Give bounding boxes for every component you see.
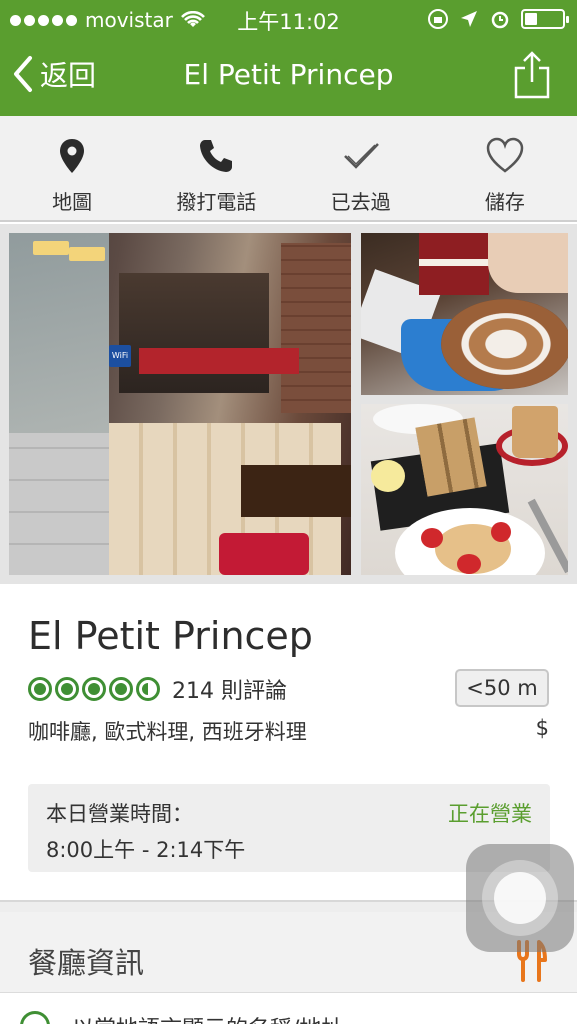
status-right [427,8,569,30]
navigation-bar: 返回 El Petit Princep [0,40,577,114]
status-bar: movistar 上午11:02 [0,0,577,38]
been-there-button[interactable]: 已去過 [289,116,433,220]
radio-circle-icon [20,1011,50,1024]
open-status: 正在營業 [448,802,532,826]
rating-bubble-icon [28,677,52,701]
share-icon[interactable] [513,50,551,100]
call-label: 撥打電話 [176,190,257,214]
price-level: $ [535,716,549,740]
map-button[interactable]: 地圖 [0,116,144,220]
rating-half-bubble-icon [136,677,160,701]
assistive-touch-button[interactable] [466,844,574,952]
save-button[interactable]: 儲存 [433,116,577,220]
restaurant-name: El Petit Princep [28,614,313,658]
rating-bubbles [28,677,160,701]
photo-interior[interactable]: WiFi [9,233,351,575]
hours-time: 8:00上午 - 2:14下午 [46,838,246,862]
cuisine-list: 咖啡廳, 歐式料理, 西班牙料理 [28,720,307,744]
section-title: 餐廳資訊 [28,946,145,980]
local-language-row[interactable]: 以當地語言顯示的名稱/地址 [0,992,577,1024]
save-label: 儲存 [484,190,525,214]
action-bar: 地圖 撥打電話 已去過 儲存 [0,116,577,222]
top-bar: movistar 上午11:02 返回 El Petit Princep [0,0,577,116]
photo-brunch[interactable] [361,404,568,575]
call-button[interactable]: 撥打電話 [144,116,288,220]
page-title: El Petit Princep [183,58,394,91]
phone-icon [200,140,233,172]
rating-bubble-icon [55,677,79,701]
photo-coffee[interactable] [361,233,568,395]
review-count[interactable]: 214 則評論 [172,673,287,705]
check-icon [343,143,379,169]
alarm-icon [491,11,509,29]
map-pin-icon [60,139,85,173]
rating-bubble-icon [82,677,106,701]
heart-icon [486,137,524,173]
rating-row[interactable]: 214 則評論 [28,674,287,704]
local-language-label: 以當地語言顯示的名稱/地址 [72,1011,343,1024]
location-arrow-icon [461,11,477,27]
photo-gallery: WiFi [0,224,577,584]
battery-icon [521,9,569,29]
rotation-lock-icon [428,9,448,29]
been-there-label: 已去過 [330,190,391,214]
map-label: 地圖 [52,190,93,214]
rating-bubble-icon [109,677,133,701]
distance-badge: <50 m [455,669,549,707]
wifi-sign-icon: WiFi [109,345,131,367]
hours-label: 本日營業時間： [46,802,193,826]
